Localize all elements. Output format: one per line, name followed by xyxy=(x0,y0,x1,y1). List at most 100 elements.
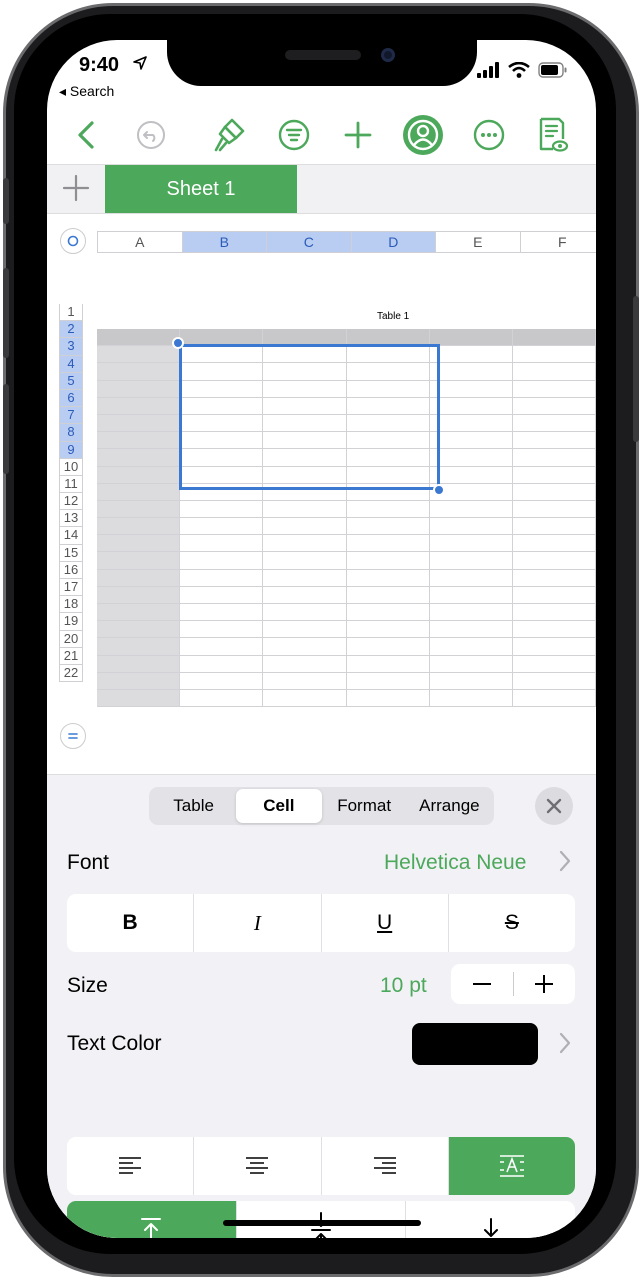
cell-f14[interactable] xyxy=(512,552,596,570)
cell-a12[interactable] xyxy=(97,518,181,536)
row-header-5[interactable]: 5 xyxy=(59,372,83,390)
cell-f4[interactable] xyxy=(512,380,596,398)
cell-c11[interactable] xyxy=(263,500,347,519)
cell-e1[interactable] xyxy=(429,329,513,347)
cell-a19[interactable] xyxy=(97,638,181,656)
cell-a18[interactable] xyxy=(97,621,181,639)
column-header-a[interactable]: A xyxy=(97,231,182,253)
column-header-b[interactable]: B xyxy=(181,231,266,253)
align-center-icon[interactable] xyxy=(194,1137,322,1195)
increase-size-button[interactable] xyxy=(514,964,576,1004)
back-chevron-icon[interactable] xyxy=(64,106,108,164)
add-icon[interactable] xyxy=(336,106,380,164)
cell-d17[interactable] xyxy=(346,604,430,622)
cell-b22[interactable] xyxy=(180,689,264,708)
table-title[interactable]: Table 1 xyxy=(377,311,409,322)
cell-a7[interactable] xyxy=(97,432,181,450)
cell-e3[interactable] xyxy=(429,363,513,381)
row-header-1[interactable]: 1 xyxy=(59,304,83,322)
cell-b11[interactable] xyxy=(180,500,264,519)
cell-c12[interactable] xyxy=(263,518,347,536)
tab-format[interactable]: Format xyxy=(322,789,407,823)
text-color-swatch[interactable] xyxy=(412,1023,538,1065)
cell-b15[interactable] xyxy=(180,569,264,587)
paintbrush-icon[interactable] xyxy=(207,106,251,164)
align-right-icon[interactable] xyxy=(322,1137,449,1195)
cell-e14[interactable] xyxy=(429,552,513,570)
column-header-c[interactable]: C xyxy=(266,231,351,253)
cell-e18[interactable] xyxy=(429,621,513,639)
select-table-button[interactable] xyxy=(60,228,86,254)
row-header-4[interactable]: 4 xyxy=(59,355,83,373)
auto-align-icon[interactable] xyxy=(448,1137,575,1195)
cell-b14[interactable] xyxy=(180,552,264,570)
cell-e20[interactable] xyxy=(429,655,513,673)
cell-a15[interactable] xyxy=(97,569,181,587)
row-header-15[interactable]: 15 xyxy=(59,544,83,562)
cell-e16[interactable] xyxy=(429,586,513,604)
cell-d15[interactable] xyxy=(346,569,430,587)
cell-e8[interactable] xyxy=(429,449,513,467)
tab-sheet-1[interactable]: Sheet 1 xyxy=(105,165,297,213)
cell-d20[interactable] xyxy=(346,655,430,673)
cell-b21[interactable] xyxy=(180,672,264,690)
cell-f15[interactable] xyxy=(512,569,596,587)
cell-f8[interactable] xyxy=(512,449,596,467)
cell-a4[interactable] xyxy=(97,380,181,398)
cell-a22[interactable] xyxy=(97,689,181,708)
cell-a5[interactable] xyxy=(97,397,181,415)
cell-f6[interactable] xyxy=(512,414,596,433)
chevron-right-icon[interactable] xyxy=(559,1032,571,1060)
back-to-search-link[interactable]: ◂ Search xyxy=(59,83,114,100)
cell-d16[interactable] xyxy=(346,586,430,604)
tab-table[interactable]: Table xyxy=(151,789,236,823)
cell-e4[interactable] xyxy=(429,380,513,398)
cell-e6[interactable] xyxy=(429,414,513,433)
align-bottom-icon[interactable] xyxy=(406,1201,575,1238)
cell-c15[interactable] xyxy=(263,569,347,587)
bold-button[interactable]: B xyxy=(67,894,195,952)
cell-f20[interactable] xyxy=(512,655,596,673)
cell-a9[interactable] xyxy=(97,466,181,484)
cell-f19[interactable] xyxy=(512,638,596,656)
cell-e17[interactable] xyxy=(429,604,513,622)
cell-e12[interactable] xyxy=(429,518,513,536)
cell-c14[interactable] xyxy=(263,552,347,570)
row-header-19[interactable]: 19 xyxy=(59,613,83,631)
cell-a8[interactable] xyxy=(97,449,181,467)
cell-a14[interactable] xyxy=(97,552,181,570)
cell-a16[interactable] xyxy=(97,586,181,604)
row-header-6[interactable]: 6 xyxy=(59,389,83,408)
cell-f13[interactable] xyxy=(512,535,596,553)
cell-f10[interactable] xyxy=(512,483,596,501)
row-header-16[interactable]: 16 xyxy=(59,561,83,579)
cell-e21[interactable] xyxy=(429,672,513,690)
cell-e5[interactable] xyxy=(429,397,513,415)
cell-e13[interactable] xyxy=(429,535,513,553)
chevron-right-icon[interactable] xyxy=(559,850,571,878)
selection-handle-bottom-right[interactable] xyxy=(433,484,445,496)
collaborate-icon[interactable] xyxy=(401,106,445,164)
cell-e19[interactable] xyxy=(429,638,513,656)
row-header-12[interactable]: 12 xyxy=(59,493,83,511)
cell-f3[interactable] xyxy=(512,363,596,381)
cell-d22[interactable] xyxy=(346,689,430,708)
cell-c18[interactable] xyxy=(263,621,347,639)
cell-f22[interactable] xyxy=(512,689,596,708)
cell-a3[interactable] xyxy=(97,363,181,381)
row-header-13[interactable]: 13 xyxy=(59,510,83,528)
font-value[interactable]: Helvetica Neue xyxy=(384,851,526,875)
add-sheet-icon[interactable] xyxy=(61,173,91,203)
tab-cell[interactable]: Cell xyxy=(236,789,322,823)
column-header-f[interactable]: F xyxy=(519,231,596,253)
column-header-d[interactable]: D xyxy=(350,231,435,253)
underline-button[interactable]: U xyxy=(322,894,449,952)
cell-c21[interactable] xyxy=(263,672,347,690)
cell-d14[interactable] xyxy=(346,552,430,570)
cell-f17[interactable] xyxy=(512,604,596,622)
row-header-11[interactable]: 11 xyxy=(59,475,83,494)
cell-f7[interactable] xyxy=(512,432,596,450)
cell-a6[interactable] xyxy=(97,414,181,433)
add-row-button[interactable] xyxy=(60,723,86,749)
cell-a2[interactable] xyxy=(97,346,181,364)
